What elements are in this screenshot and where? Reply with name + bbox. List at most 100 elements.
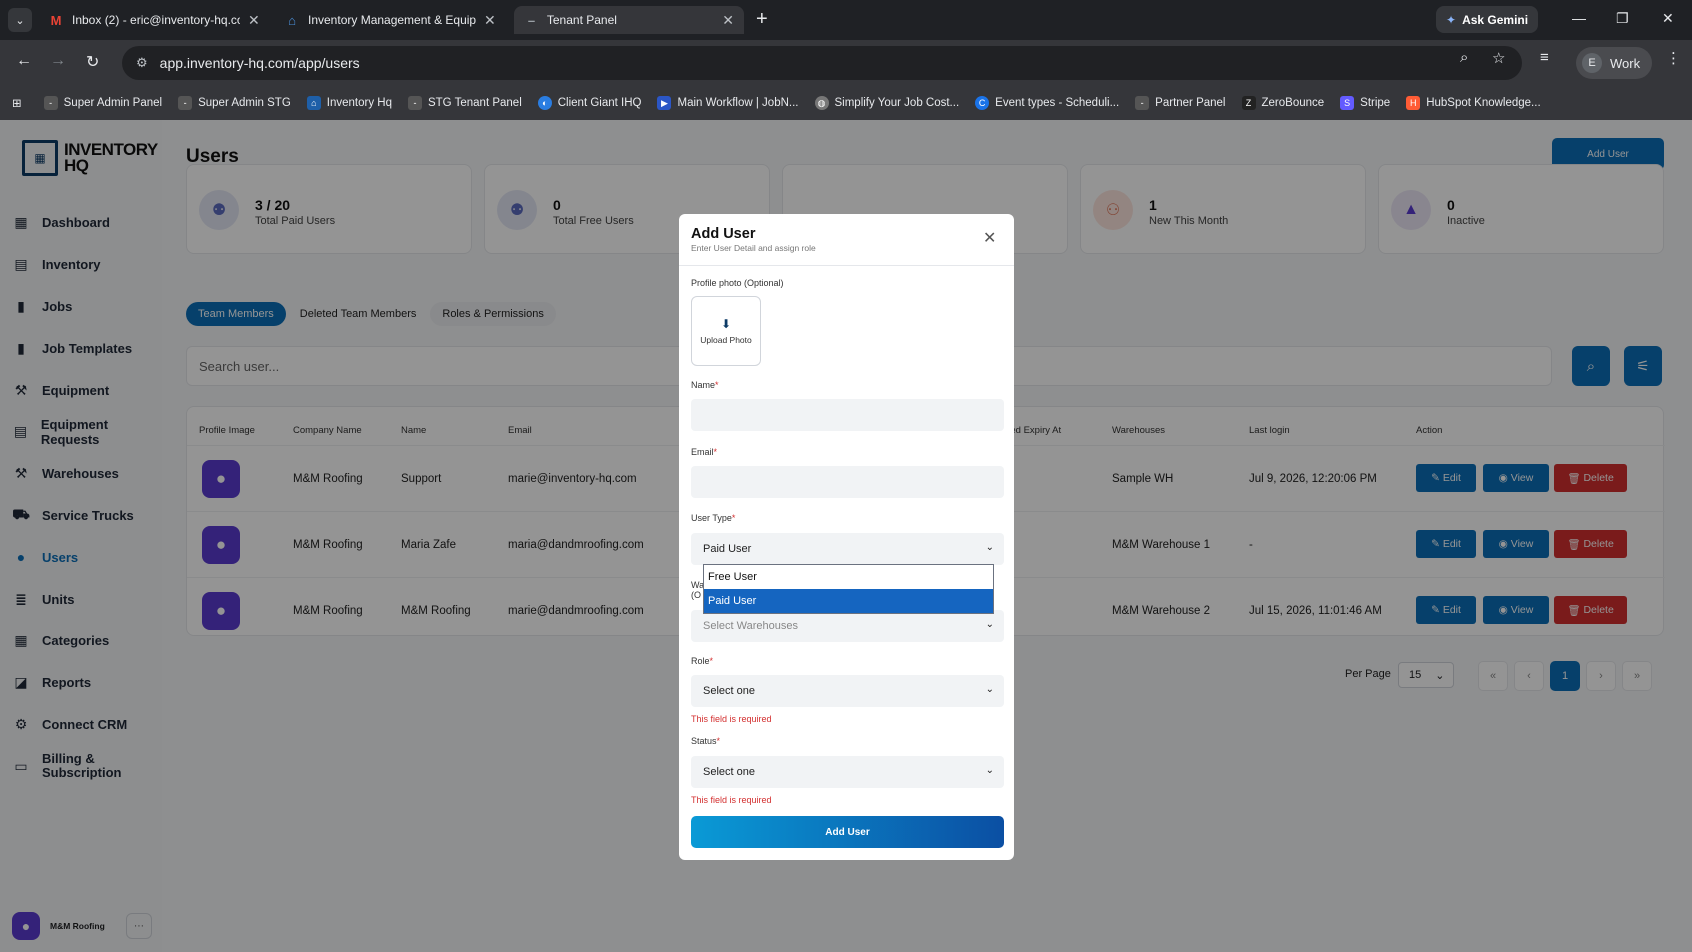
upload-photo-button[interactable]: ⬇ Upload Photo	[691, 296, 761, 366]
modal-subtitle: Enter User Detail and assign role	[691, 243, 816, 253]
name-label: Name*	[691, 380, 719, 390]
bookmark-zerobounce[interactable]: Z ZeroBounce	[1241, 96, 1325, 110]
status-select[interactable]: Select one ⌄	[691, 756, 1004, 788]
url-text: app.inventory-hq.com/app/users	[159, 55, 360, 71]
hubspot-icon: H	[1406, 96, 1421, 110]
name-field[interactable]	[691, 399, 1004, 431]
dash-icon: -	[1135, 96, 1150, 110]
zerobounce-icon: Z	[1241, 96, 1256, 110]
jobnimbus-icon: ▶	[657, 96, 672, 110]
tab-search-chevron-icon[interactable]: ⌄	[8, 8, 32, 32]
ask-gemini-button[interactable]: ✦ Ask Gemini	[1436, 6, 1539, 33]
globe-icon: ◐	[537, 96, 552, 110]
bookmark-label: Stripe	[1360, 97, 1391, 109]
dash-icon: –	[527, 12, 536, 28]
bookmark-stg-tenant-panel[interactable]: - STG Tenant Panel	[407, 96, 522, 110]
email-field[interactable]	[691, 466, 1004, 498]
bookmark-label: Event types - Scheduli...	[995, 97, 1120, 109]
close-window-icon[interactable]: ✕	[1662, 10, 1674, 27]
browser-toolbar: ← → ↻ ⚙ app.inventory-hq.com/app/users ⌕…	[0, 40, 1692, 86]
bookmark-inventory-hq[interactable]: ⌂ Inventory Hq	[306, 96, 392, 110]
bookmark-label: Super Admin STG	[198, 97, 291, 109]
photo-label: Profile photo (Optional)	[691, 278, 784, 288]
browser-tab-gmail[interactable]: M Inbox (2) - eric@inventory-hq.com ✕	[38, 6, 270, 34]
forward-icon[interactable]: →	[50, 52, 66, 70]
bookmark-hubspot[interactable]: H HubSpot Knowledge...	[1406, 96, 1541, 110]
bookmark-event-types[interactable]: C Event types - Scheduli...	[975, 96, 1119, 110]
bookmark-simplify[interactable]: ◍ Simplify Your Job Cost...	[814, 96, 960, 110]
browser-tab-tenant-panel[interactable]: – Tenant Panel ✕	[514, 6, 744, 34]
bookmark-main-workflow[interactable]: ▶ Main Workflow | JobN...	[657, 96, 799, 110]
user-type-label: User Type*	[691, 513, 736, 523]
close-tab-icon[interactable]: ✕	[484, 12, 496, 29]
bookmark-label: HubSpot Knowledge...	[1426, 97, 1541, 109]
bookmark-label: Inventory Hq	[326, 97, 392, 109]
kebab-menu-icon[interactable]: ⋮	[1666, 49, 1681, 67]
tab-title: Inbox (2) - eric@inventory-hq.com	[72, 13, 240, 27]
chevron-down-icon: ⌄	[985, 684, 994, 695]
new-tab-icon[interactable]: +	[756, 8, 768, 31]
bookmark-label: Super Admin Panel	[63, 97, 163, 109]
back-icon[interactable]: ←	[16, 52, 32, 70]
address-bar[interactable]: ⚙ app.inventory-hq.com/app/users	[122, 46, 1522, 80]
close-tab-icon[interactable]: ✕	[722, 12, 734, 29]
inventory-icon: ⌂	[306, 96, 321, 110]
dash-icon: -	[407, 96, 422, 110]
modal-title: Add User	[691, 226, 756, 242]
close-tab-icon[interactable]: ✕	[248, 12, 260, 29]
bookmark-client-giant[interactable]: ◐ Client Giant IHQ	[537, 96, 642, 110]
gmail-icon: M	[50, 12, 62, 28]
user-type-dropdown: Free User Paid User	[703, 564, 994, 614]
restore-icon[interactable]: ❐	[1616, 10, 1629, 27]
bookmark-partner-panel[interactable]: - Partner Panel	[1135, 96, 1226, 110]
zoom-icon[interactable]: ⌕	[1460, 49, 1468, 66]
upload-label: Upload Photo	[700, 335, 752, 345]
close-icon[interactable]: ✕	[983, 228, 996, 248]
reload-icon[interactable]: ↻	[86, 52, 99, 72]
warehouse-placeholder: Select Warehouses	[703, 620, 798, 632]
add-user-modal: Add User Enter User Detail and assign ro…	[679, 214, 1014, 860]
status-error: This field is required	[691, 795, 772, 805]
bookmark-label: Partner Panel	[1155, 97, 1226, 109]
role-value: Select one	[703, 685, 755, 697]
role-select[interactable]: Select one ⌄	[691, 675, 1004, 707]
bookmark-super-admin-stg[interactable]: - Super Admin STG	[178, 96, 291, 110]
bookmark-stripe[interactable]: S Stripe	[1340, 96, 1390, 110]
globe-icon: ◍	[814, 96, 829, 110]
submit-add-user-button[interactable]: Add User	[691, 816, 1004, 848]
option-free-user[interactable]: Free User	[704, 565, 993, 589]
dash-icon: -	[43, 96, 58, 110]
option-paid-user[interactable]: Paid User	[704, 589, 993, 613]
profile-name: Work	[1610, 55, 1641, 71]
apps-grid-icon[interactable]: ⊞	[12, 96, 22, 110]
warehouse-select[interactable]: Select Warehouses ⌄	[691, 610, 1004, 642]
bookmark-label: Main Workflow | JobN...	[677, 97, 799, 109]
site-info-icon[interactable]: ⚙	[136, 55, 148, 71]
download-icon: ⬇	[720, 317, 732, 331]
inventory-icon: ⌂	[288, 12, 296, 28]
bookmark-label: STG Tenant Panel	[427, 97, 522, 109]
user-type-select[interactable]: Paid User ⌄	[691, 533, 1004, 565]
bookmark-star-icon[interactable]: ☆	[1492, 49, 1505, 67]
browser-tab-inventory[interactable]: ⌂ Inventory Management & Equipment ✕	[274, 6, 506, 34]
chevron-down-icon: ⌄	[985, 542, 994, 553]
status-label: Status*	[691, 736, 721, 746]
role-label: Role*	[691, 656, 714, 666]
reading-list-icon[interactable]: ≡	[1540, 49, 1549, 66]
bookmark-label: Simplify Your Job Cost...	[834, 97, 960, 109]
role-error: This field is required	[691, 714, 772, 724]
bookmark-super-admin-panel[interactable]: - Super Admin Panel	[43, 96, 163, 110]
chevron-down-icon: ⌄	[985, 619, 994, 630]
tab-title: Tenant Panel	[546, 13, 617, 27]
bookmark-label: ZeroBounce	[1261, 97, 1325, 109]
bookmark-label: Client Giant IHQ	[557, 97, 642, 109]
calendly-icon: C	[975, 96, 990, 110]
email-label: Email*	[691, 447, 718, 457]
stripe-icon: S	[1340, 96, 1355, 110]
browser-tab-bar: ⌄ M Inbox (2) - eric@inventory-hq.com ✕ …	[0, 0, 1692, 40]
gemini-icon: ✦	[1446, 12, 1457, 27]
profile-button[interactable]: E Work	[1576, 47, 1653, 79]
bookmarks-bar: ⊞ - Super Admin Panel - Super Admin STG ⌂ I…	[0, 86, 1692, 120]
minimize-icon[interactable]: —	[1572, 10, 1586, 26]
chevron-down-icon: ⌄	[985, 765, 994, 776]
